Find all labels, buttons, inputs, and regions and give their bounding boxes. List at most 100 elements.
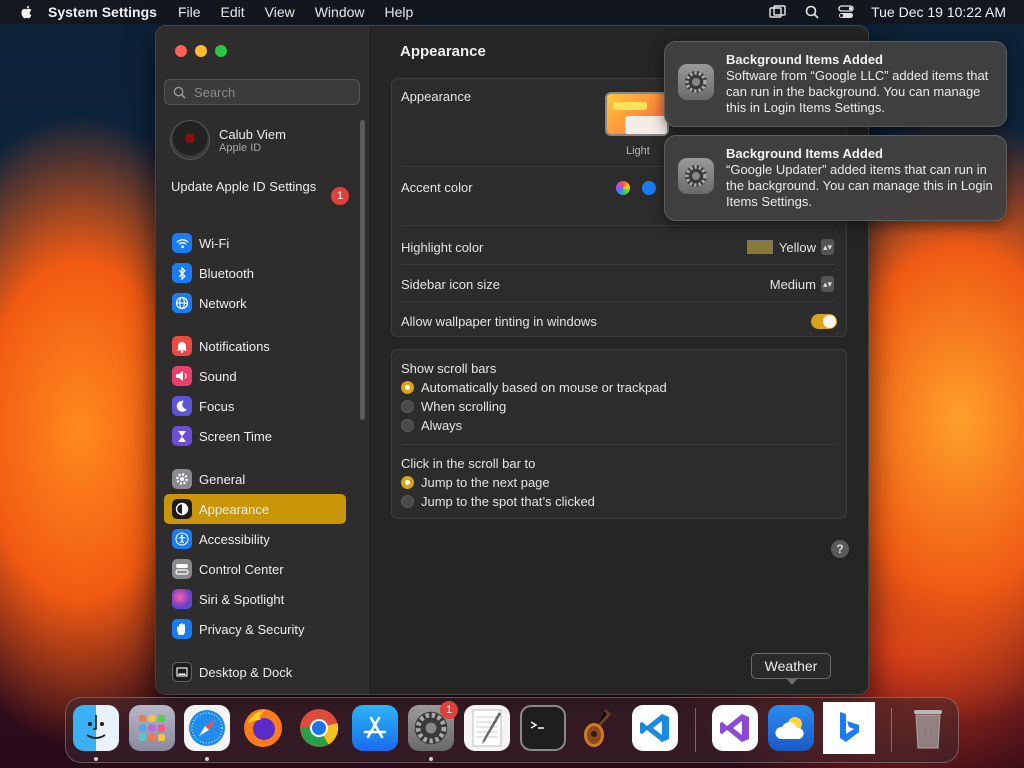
control-center-menu-icon[interactable] (837, 3, 855, 21)
radio-label: Jump to the spot that’s clicked (421, 494, 595, 509)
screen-mirroring-icon[interactable] (769, 3, 787, 21)
profile-name: Calub Viem (219, 126, 286, 142)
radio-always[interactable]: Always (401, 418, 462, 433)
zoom-window-button[interactable] (215, 45, 227, 57)
settings-badge: 1 (440, 701, 458, 719)
minimize-window-button[interactable] (195, 45, 207, 57)
dock-separator (695, 708, 696, 752)
vscode-icon[interactable] (632, 705, 678, 751)
notification-banner[interactable]: Background Items Added “Google Updater” … (664, 135, 1007, 221)
sidebar-item-general[interactable]: General (164, 464, 346, 494)
menu-help[interactable]: Help (385, 4, 414, 20)
menu-edit[interactable]: Edit (221, 4, 245, 20)
update-apple-id-item[interactable]: Update Apple ID Settings 1 (171, 179, 351, 205)
menu-window[interactable]: Window (315, 4, 365, 20)
textedit-icon[interactable] (464, 705, 510, 751)
page-title: Appearance (400, 43, 486, 60)
chevron-up-down-icon: ▴▾ (821, 239, 834, 255)
sidebar-item-sound[interactable]: Sound (164, 361, 346, 391)
safari-icon[interactable] (184, 705, 230, 751)
sidebar-item-desktop-dock[interactable]: Desktop & Dock (164, 657, 346, 687)
accent-blue-swatch[interactable] (642, 181, 656, 195)
radio-label: Jump to the next page (421, 475, 550, 490)
theme-light-option[interactable] (605, 92, 669, 136)
sidebar-scrollbar[interactable] (360, 120, 365, 420)
accent-color-label: Accent color (401, 180, 473, 195)
sidebar-item-control-center[interactable]: Control Center (164, 554, 346, 584)
garageband-icon[interactable] (576, 705, 622, 751)
globe-icon (172, 293, 192, 313)
radio-when-scrolling[interactable]: When scrolling (401, 399, 506, 414)
notification-title: Background Items Added (726, 146, 883, 161)
search-icon (173, 86, 186, 99)
radio-button-selected (401, 476, 414, 489)
sidebar-item-screen-time[interactable]: Screen Time (164, 421, 346, 451)
theme-light-label: Light (626, 145, 650, 157)
hourglass-icon (172, 426, 192, 446)
apple-logo-icon[interactable] (19, 4, 35, 20)
sidebar-item-accessibility[interactable]: Accessibility (164, 524, 346, 554)
terminal-icon[interactable] (520, 705, 566, 751)
notification-title: Background Items Added (726, 52, 883, 67)
sidebar-item-label: Desktop & Dock (199, 664, 293, 680)
sidebar-search (164, 79, 360, 105)
dock-icon (172, 662, 192, 682)
accessibility-icon (172, 529, 192, 549)
radio-label: Always (421, 418, 463, 433)
wallpaper-tinting-toggle[interactable] (811, 314, 837, 329)
weather-icon[interactable] (768, 705, 814, 751)
help-button[interactable]: ? (831, 540, 849, 558)
system-settings-gear-icon (678, 158, 714, 194)
close-window-button[interactable] (175, 45, 187, 57)
app-store-icon[interactable] (352, 705, 398, 751)
running-indicator (205, 757, 209, 761)
moon-icon (172, 396, 192, 416)
visual-studio-icon[interactable] (712, 705, 758, 751)
sidebar-item-label: Screen Time (199, 428, 272, 444)
menu-app-name[interactable]: System Settings (48, 4, 157, 20)
sidebar-item-bluetooth[interactable]: Bluetooth (164, 258, 346, 288)
search-input[interactable] (192, 83, 346, 101)
trash-icon[interactable] (905, 705, 951, 751)
sidebar-group-general: General Appearance Accessibility Control… (164, 464, 346, 644)
radio-button-selected (401, 381, 414, 394)
sidebar-item-label: Accessibility (199, 531, 270, 547)
radio-jump-spot-clicked[interactable]: Jump to the spot that’s clicked (401, 494, 595, 509)
notification-body: Software from “Google LLC” added items t… (726, 68, 989, 115)
sidebar-item-label: Privacy & Security (199, 621, 305, 637)
sidebar-item-privacy-security[interactable]: Privacy & Security (164, 614, 346, 644)
radio-jump-next-page[interactable]: Jump to the next page (401, 475, 550, 490)
menu-file[interactable]: File (178, 4, 201, 20)
sidebar-item-focus[interactable]: Focus (164, 391, 346, 421)
radio-auto-scroll[interactable]: Automatically based on mouse or trackpad (401, 380, 667, 395)
bing-icon[interactable] (823, 702, 875, 754)
menu-bar-clock[interactable]: Tue Dec 19 10:22 AM (871, 4, 1006, 20)
control-center-icon (172, 559, 192, 579)
firefox-icon[interactable] (240, 705, 286, 751)
chrome-icon[interactable] (296, 705, 342, 751)
menu-view[interactable]: View (265, 4, 295, 20)
sidebar-item-label: Focus (199, 398, 235, 414)
accent-multicolor-swatch[interactable] (616, 181, 630, 195)
launchpad-icon[interactable] (129, 705, 175, 751)
radio-label: Automatically based on mouse or trackpad (421, 380, 667, 395)
sidebar-item-wifi[interactable]: Wi-Fi (164, 228, 346, 258)
notification-banner[interactable]: Background Items Added Software from “Go… (664, 41, 1007, 127)
chevron-up-down-icon: ▴▾ (821, 276, 834, 292)
sidebar-item-appearance[interactable]: Appearance (164, 494, 346, 524)
sidebar-item-siri-spotlight[interactable]: Siri & Spotlight (164, 584, 346, 614)
radio-button (401, 495, 414, 508)
finder-icon[interactable] (73, 705, 119, 751)
apple-id-profile[interactable]: Calub Viem Apple ID (170, 120, 286, 160)
update-badge: 1 (331, 187, 349, 205)
spotlight-search-icon[interactable] (803, 3, 821, 21)
window-controls (175, 45, 227, 57)
sidebar-item-notifications[interactable]: Notifications (164, 331, 346, 361)
highlight-color-popup[interactable]: Yellow ▴▾ (746, 239, 834, 255)
system-settings-gear-icon (678, 64, 714, 100)
radio-button (401, 400, 414, 413)
divider (401, 264, 834, 265)
sidebar-icon-size-popup[interactable]: Medium ▴▾ (770, 276, 834, 292)
system-settings-icon[interactable]: 1 (408, 701, 458, 751)
sidebar-item-network[interactable]: Network (164, 288, 346, 318)
